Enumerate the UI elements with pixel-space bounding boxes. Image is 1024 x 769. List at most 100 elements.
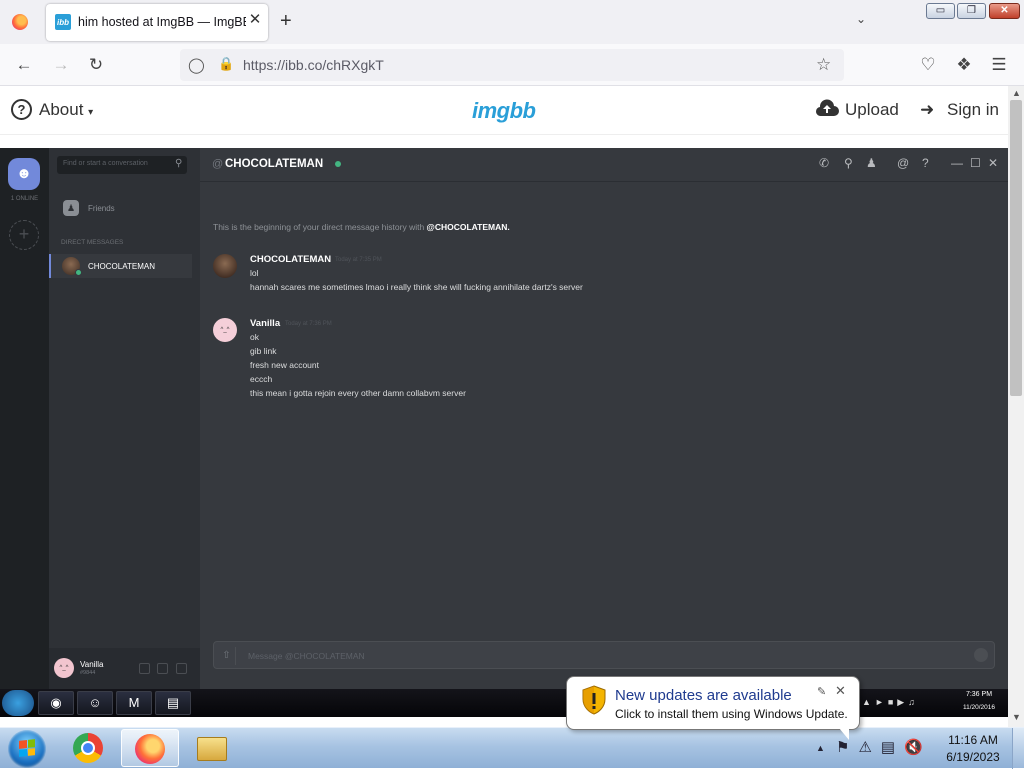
inner-start-orb-icon [2,690,34,716]
avatar[interactable]: ^_^ [213,318,237,342]
start-button[interactable] [8,730,46,768]
deafen-icon[interactable] [157,663,168,674]
avatar[interactable]: ^_^ [54,658,74,678]
question-circle-icon[interactable]: ? [11,99,32,120]
pin-icon[interactable]: ⚲ [844,156,853,170]
taskbar-explorer-button[interactable] [183,729,241,767]
inner-clock-time: 7:36 PM [965,691,993,698]
extensions-puzzle-icon[interactable]: ❖ [953,55,975,75]
about-label[interactable]: About [39,100,83,119]
call-icon[interactable]: ✆ [819,156,829,170]
show-desktop-button[interactable] [1012,728,1024,769]
minimize-icon[interactable]: — [951,156,963,170]
history-intro-user: @CHOCOLATEMAN. [426,222,510,232]
friends-icon: ♟ [63,200,79,216]
header-divider [0,134,1008,135]
emoji-icon[interactable] [974,648,988,662]
message-line: ok [250,332,259,342]
message-line: gib link [250,346,277,356]
user-panel: ^_^ Vanilla #9844 [49,648,200,689]
hosted-image[interactable]: ☻ 1 ONLINE + Find or start a conversatio… [0,148,1008,717]
windows-taskbar: ▲ ⚑⚠▤🔇 11:16 AM 6/19/2023 [0,727,1024,769]
message-input[interactable]: ⇧ Message @CHOCOLATEMAN [213,641,995,669]
bookmark-star-icon[interactable]: ☆ [816,55,831,75]
scrollbar-thumb[interactable] [1010,100,1022,396]
channel-title: CHOCOLATEMAN [225,158,324,170]
firefox-icon [135,734,165,764]
imgbb-logo[interactable]: imgbb [472,98,536,124]
scroll-up-arrow-icon[interactable]: ▲ [1012,88,1021,98]
inner-explorer-icon: ▤ [155,691,191,715]
sign-in-icon[interactable]: ➜ [920,100,934,120]
sign-in-button[interactable]: Sign in [947,100,999,120]
taskbar-chrome-button[interactable] [60,729,118,767]
history-intro-text: This is the beginning of your direct mes… [213,222,427,232]
inner-tray-icons: ▲►■▶♫ [862,697,919,707]
upload-button[interactable]: Upload [845,100,899,120]
message-author[interactable]: CHOCOLATEMAN [250,254,331,265]
help-icon[interactable]: ? [922,156,929,170]
window-maximize-button[interactable]: ❐ [957,3,986,19]
add-server-icon[interactable]: + [9,220,39,250]
close-icon[interactable]: ✕ [835,683,846,699]
show-hidden-icons-icon[interactable]: ▲ [816,743,825,753]
update-notification-balloon[interactable]: New updates are available Click to insta… [566,676,860,740]
online-count: 1 ONLINE [10,196,39,202]
friends-link[interactable]: Friends [88,204,115,213]
message-line: this mean i gotta rejoin every other dam… [250,388,466,398]
dm-search-input[interactable]: Find or start a conversation [57,156,187,174]
tray-icons[interactable]: ⚑⚠▤🔇 [836,738,932,756]
about-menu[interactable]: About ▾ [39,100,93,120]
back-arrow-icon[interactable]: ← [13,55,35,75]
explorer-folder-icon [197,737,227,761]
browser-tab-bar: ibb him hosted at ImgBB — ImgBB ✕ + ⌄ ▭ … [0,0,1024,44]
cloud-upload-icon[interactable] [815,99,839,117]
url-text[interactable]: https://ibb.co/chRXgkT [243,57,384,73]
upload-file-icon[interactable]: ⇧ [218,647,236,665]
balloon-tail [839,728,849,740]
scroll-down-arrow-icon[interactable]: ▼ [1012,712,1021,722]
settings-gear-icon[interactable] [176,663,187,674]
wrench-icon[interactable]: ✎ [817,685,826,698]
caret-down-icon: ▾ [88,107,94,118]
browser-tab[interactable]: ibb him hosted at ImgBB — ImgBB ✕ [46,4,268,41]
taskbar-firefox-button[interactable] [121,729,179,767]
chrome-icon [73,733,103,763]
tab-close-icon[interactable]: ✕ [246,11,264,29]
inner-clock-date: 11/20/2016 [962,704,996,711]
mentions-icon[interactable]: @ [897,156,909,170]
clock-time[interactable]: 11:16 AM [938,733,1008,747]
friends-home-icon[interactable]: ☻ [8,158,40,190]
message-input-placeholder: Message @CHOCOLATEMAN [248,651,365,661]
list-all-tabs-icon[interactable]: ⌄ [856,12,866,26]
new-tab-button[interactable]: + [280,10,292,32]
notification-title[interactable]: New updates are available [615,687,792,704]
inner-malwarebytes-icon: M [116,691,152,715]
page-scrollbar[interactable]: ▲ ▼ [1008,86,1024,727]
message-author[interactable]: Vanilla [250,318,280,329]
maximize-icon[interactable]: ☐ [970,156,981,170]
close-icon[interactable]: ✕ [988,156,998,170]
pocket-icon[interactable]: ♡ [917,55,939,75]
dm-item-chocolateman[interactable]: CHOCOLATEMAN [49,254,192,278]
firefox-menu-icon[interactable] [12,14,28,30]
browser-nav-bar: ← → ↻ ◯ 🔒 https://ibb.co/chRXgkT ☆ ♡ ❖ ☰ [0,44,1024,86]
forward-arrow-icon[interactable]: → [50,55,72,75]
mute-icon[interactable] [139,663,150,674]
add-friend-icon[interactable]: ♟ [866,156,877,170]
window-close-button[interactable]: ✕ [989,3,1020,19]
avatar[interactable] [213,254,237,278]
lock-icon[interactable]: 🔒 [218,56,234,72]
dm-section-header: DIRECT MESSAGES [61,239,124,246]
reload-icon[interactable]: ↻ [85,55,107,75]
hamburger-menu-icon[interactable]: ☰ [988,55,1010,75]
message-line: lol [250,268,259,278]
at-symbol: @ [212,158,224,170]
history-intro: This is the beginning of your direct mes… [213,222,510,232]
dm-item-label: CHOCOLATEMAN [88,262,155,271]
notification-message[interactable]: Click to install them using Windows Upda… [615,707,848,721]
address-bar[interactable]: ◯ 🔒 https://ibb.co/chRXgkT ☆ [180,49,844,81]
window-minimize-button[interactable]: ▭ [926,3,955,19]
clock-date[interactable]: 6/19/2023 [938,750,1008,764]
tracking-protection-shield-icon[interactable]: ◯ [188,56,205,74]
